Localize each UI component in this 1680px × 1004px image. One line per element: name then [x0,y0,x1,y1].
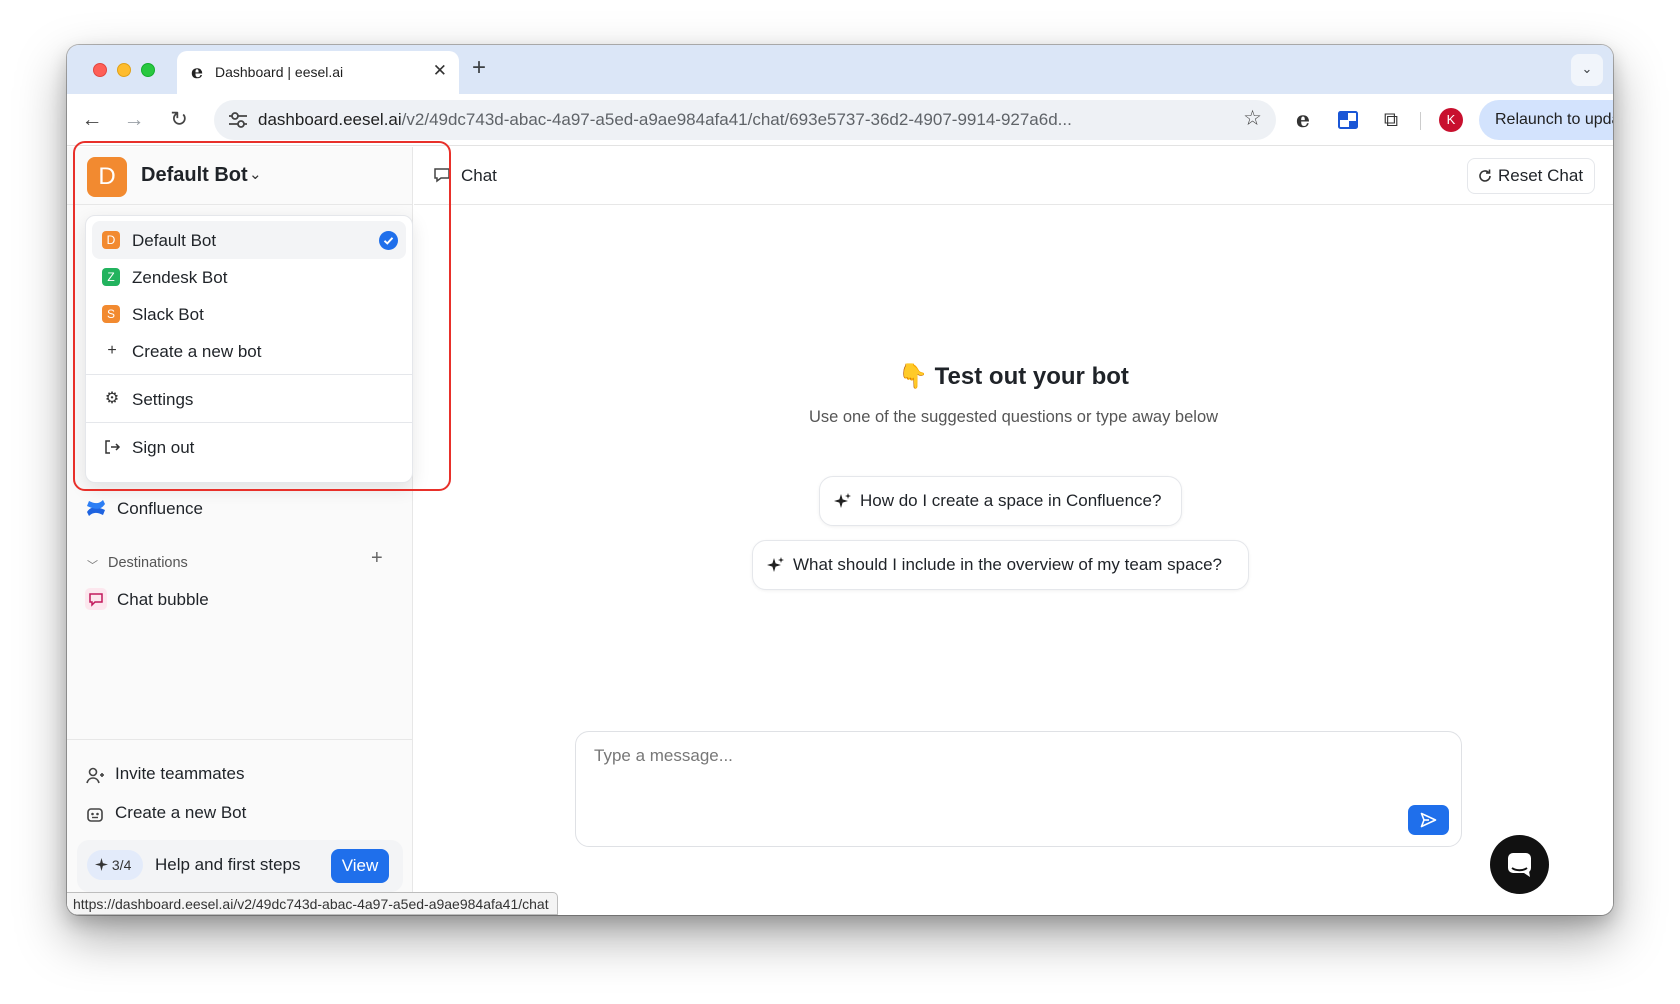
sign-out-icon [102,437,122,457]
bookmark-star-icon[interactable]: ☆ [1243,106,1262,131]
zoom-window-button[interactable] [141,63,155,77]
send-button[interactable] [1408,805,1449,835]
menu-item-label: Zendesk Bot [132,268,228,287]
menu-item-label: Create a new bot [132,342,262,361]
tab-search-chevron-icon[interactable]: ⌄ [1571,54,1603,86]
hero-title-text: Test out your bot [934,363,1129,390]
bot-switcher[interactable]: D Default Bot ⌄ [67,147,412,205]
hero-title: 👇 Test out your bot [414,362,1613,391]
bot-name: Default Bot [141,164,248,186]
hero-subtitle: Use one of the suggested questions or ty… [808,408,1219,426]
page-title: Chat [461,166,497,185]
progress-count: 3/4 [111,857,132,873]
browser-window: e Dashboard | eesel.ai ✕ + ⌄ ← → ↻ dashb… [67,45,1613,915]
menu-item-label: Default Bot [132,231,217,250]
bot-badge: Z [102,268,120,286]
forward-arrow-icon[interactable]: → [119,105,149,135]
eesel-extension-icon[interactable]: e [1289,106,1317,134]
menu-item-sign-out[interactable]: Sign out [92,428,406,466]
confluence-icon [87,500,105,516]
send-icon [1420,812,1437,828]
chat-launcher-icon [1508,853,1531,877]
bot-switcher-menu: D Default Bot Z Zendesk Bot S Slack Bot … [85,215,413,483]
suggested-question-button[interactable]: How do I create a space in Confluence? [819,476,1182,526]
reload-icon[interactable]: ↻ [164,105,194,135]
sidebar-item-confluence[interactable]: Confluence [117,499,203,519]
add-destination-plus-icon[interactable]: + [371,547,383,570]
message-input[interactable] [594,746,1374,766]
chat-icon [434,168,450,183]
help-label: Help and first steps [155,855,301,874]
back-arrow-icon[interactable]: ← [77,105,107,135]
check-circle-icon [379,231,398,250]
suggested-question-label: What should I include in the overview of… [793,555,1222,574]
sidebar-item-chat-bubble[interactable]: Chat bubble [117,590,209,610]
create-new-bot-button[interactable]: Create a new Bot [115,803,246,823]
tab-dashboard[interactable]: e Dashboard | eesel.ai ✕ [177,51,459,94]
plus-icon: + [107,342,117,359]
status-bar-url: https://dashboard.eesel.ai/v2/49dc743d-a… [67,892,558,915]
chat-panel: Chat Reset Chat 👇 Test out your bot Use … [414,147,1613,915]
browser-toolbar: ← → ↻ dashboard.eesel.ai/v2/49dc743d-aba… [67,94,1613,146]
tab-strip: e Dashboard | eesel.ai ✕ + ⌄ [67,45,1613,94]
add-user-icon [86,767,104,784]
bot-badge: D [102,231,120,249]
profile-avatar[interactable]: K [1439,108,1463,132]
reset-chat-label: Reset Chat [1498,166,1584,185]
chevron-down-icon: ⌄ [249,166,262,183]
relaunch-button[interactable]: Relaunch to update ⋮ [1479,100,1613,140]
bot-badge: S [102,305,120,323]
sidebar-footer-divider [67,739,412,740]
site-settings-icon[interactable] [227,110,249,130]
relaunch-label: Relaunch to update [1495,111,1613,128]
menu-item-zendesk-bot[interactable]: Z Zendesk Bot [92,258,406,296]
view-button[interactable]: View [331,849,389,883]
help-first-steps-card[interactable]: 3/4 Help and first steps View [77,840,403,892]
sparkle-icon [767,557,784,572]
suggested-question-label: How do I create a space in Confluence? [860,491,1162,510]
destinations-heading[interactable]: Destinations [108,555,188,571]
extensions-puzzle-icon[interactable]: ⧉ [1377,106,1405,134]
chat-bubble-icon [85,588,107,610]
message-composer [575,731,1462,847]
bot-avatar: D [87,157,127,197]
menu-item-label: Sign out [132,438,195,457]
app-root: D Default Bot ⌄ Confluence ﹀ Destination… [67,141,1613,915]
reset-chat-button[interactable]: Reset Chat [1467,158,1595,194]
menu-item-label: Slack Bot [132,305,204,324]
pointing-down-emoji-icon: 👇 [898,363,928,390]
chat-header: Chat Reset Chat [414,147,1613,205]
picture-in-picture-extension-icon[interactable] [1334,106,1362,134]
close-window-button[interactable] [93,63,107,77]
bot-icon [87,808,103,822]
new-tab-button[interactable]: + [472,54,486,82]
progress-badge: 3/4 [87,850,143,880]
menu-item-settings[interactable]: ⚙ Settings [92,380,406,418]
minimize-window-button[interactable] [117,63,131,77]
tab-close-icon[interactable]: ✕ [433,61,447,81]
chevron-down-icon[interactable]: ﹀ [87,557,98,573]
menu-item-create-new-bot[interactable]: + Create a new bot [92,332,406,370]
address-bar[interactable]: dashboard.eesel.ai/v2/49dc743d-abac-4a97… [214,100,1276,140]
menu-item-label: Settings [132,390,194,409]
toolbar-divider [1420,112,1421,130]
url-path: /v2/49dc743d-abac-4a97-a5ed-a9ae984afa41… [401,110,1072,129]
gear-icon: ⚙ [104,390,120,407]
support-chat-launcher[interactable] [1490,835,1549,894]
tab-title: Dashboard | eesel.ai [215,64,344,80]
menu-item-default-bot[interactable]: D Default Bot [92,221,406,259]
menu-divider [86,422,412,423]
menu-item-slack-bot[interactable]: S Slack Bot [92,295,406,333]
sparkle-icon [95,858,108,871]
sparkle-icon [834,493,851,508]
refresh-icon [1479,169,1491,182]
url-text: dashboard.eesel.ai/v2/49dc743d-abac-4a97… [258,110,1072,130]
invite-teammates-button[interactable]: Invite teammates [115,764,244,784]
menu-divider [86,374,412,375]
suggested-question-button[interactable]: What should I include in the overview of… [752,540,1249,590]
url-host: dashboard.eesel.ai [258,110,402,129]
eesel-favicon-icon: e [191,61,204,83]
